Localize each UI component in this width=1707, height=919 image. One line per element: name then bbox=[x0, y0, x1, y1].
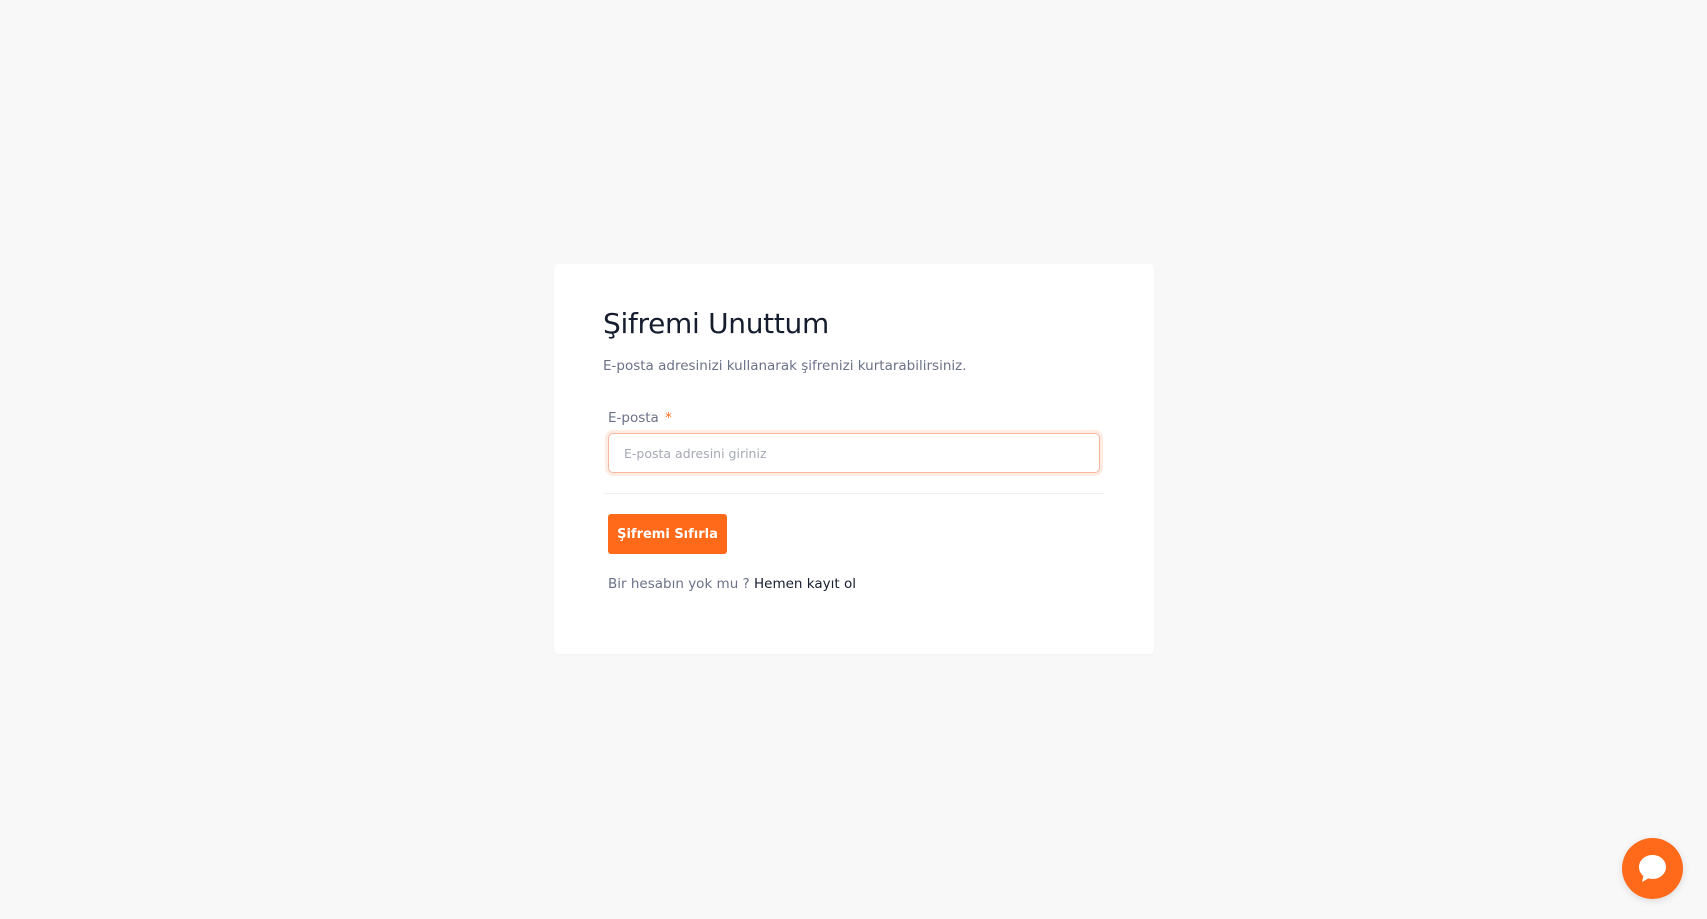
required-marker: * bbox=[665, 410, 672, 426]
page-title: Şifremi Unuttum bbox=[603, 307, 829, 340]
chat-bubble-icon bbox=[1639, 855, 1666, 882]
chat-widget-button[interactable] bbox=[1622, 838, 1683, 899]
page-subtitle: E-posta adresinizi kullanarak şifrenizi … bbox=[603, 358, 967, 374]
reset-password-button[interactable]: Şifremi Sıfırla bbox=[608, 514, 727, 554]
form-divider bbox=[604, 493, 1104, 494]
email-label-text: E-posta bbox=[608, 410, 659, 426]
signup-link[interactable]: Hemen kayıt ol bbox=[754, 576, 856, 592]
forgot-password-card: Şifremi Unuttum E-posta adresinizi kulla… bbox=[554, 264, 1154, 654]
signup-prompt-row: Bir hesabın yok mu ? Hemen kayıt ol bbox=[608, 576, 856, 592]
email-label: E-posta * bbox=[608, 410, 672, 426]
email-input[interactable] bbox=[608, 433, 1100, 473]
signup-prompt-text: Bir hesabın yok mu ? bbox=[608, 576, 750, 592]
